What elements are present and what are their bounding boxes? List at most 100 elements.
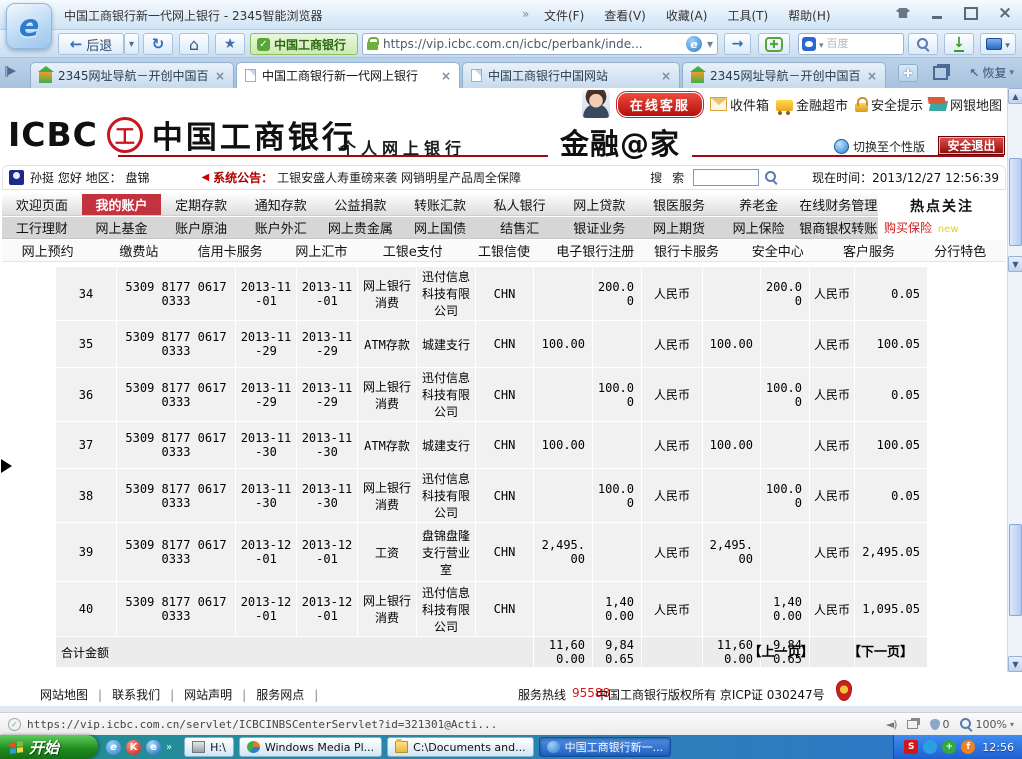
sidebar-toggle-icon[interactable] [4, 64, 26, 82]
window-mode-icon[interactable] [907, 720, 918, 729]
new-tab-button[interactable] [898, 64, 918, 82]
scrollbar-thumb[interactable] [1009, 158, 1022, 246]
favorites-button[interactable] [215, 33, 245, 55]
footer-link[interactable]: 服务网点 [256, 686, 328, 703]
search-engine-dropdown-icon[interactable] [819, 37, 824, 51]
nav-item[interactable]: 银商银权转账 [798, 217, 878, 238]
web-search-box[interactable] [798, 33, 904, 55]
screenshot-dropdown-icon[interactable] [1005, 37, 1010, 51]
nav-item[interactable]: 分行特色 [915, 240, 1006, 261]
nav-item[interactable]: 养老金 [719, 194, 799, 215]
inner-scrollbar-thumb[interactable] [1009, 524, 1022, 616]
browser-tab[interactable]: 中国工商银行中国网站 [462, 62, 680, 88]
switch-version-link[interactable]: 切换至个性版 [834, 138, 925, 155]
nav-item[interactable]: 网上贵金属 [321, 217, 401, 238]
tray-s-icon[interactable] [904, 740, 918, 754]
download-button[interactable] [944, 33, 974, 55]
address-dropdown-icon[interactable] [707, 37, 713, 51]
tray-orange-icon[interactable] [961, 740, 975, 754]
menu-item[interactable]: 查看(V) [604, 7, 646, 24]
browser-tab[interactable]: 中国工商银行新一代网上银行 [236, 62, 460, 88]
tray-blue-icon[interactable] [923, 740, 937, 754]
blocked-items-indicator[interactable]: 0 [930, 718, 950, 731]
scroll-up-arrow[interactable] [1008, 88, 1022, 104]
announcement-text[interactable]: 工银安盛人寿重磅来袭 网销明星产品周全保障 [277, 169, 521, 186]
quicklaunch-overflow-icon[interactable] [166, 742, 172, 753]
nav-item[interactable]: 通知存款 [241, 194, 321, 215]
quick-link-bank-map[interactable]: 网银地图 [930, 95, 1002, 114]
address-bar[interactable]: https://vip.icbc.com.cn/icbc/perbank/ind… [362, 33, 718, 55]
quick-link-security-tip[interactable]: 安全提示 [855, 95, 923, 114]
nav-item[interactable]: 银行卡服务 [641, 240, 732, 261]
tab-close-icon[interactable] [215, 69, 225, 83]
nav-item[interactable]: 公益捐款 [321, 194, 401, 215]
license-seal-icon[interactable] [836, 680, 852, 701]
nav-item[interactable]: 账户外汇 [241, 217, 321, 238]
safe-logout-button[interactable]: 安全退出 [938, 136, 1005, 155]
quick-link-finance-market[interactable]: 金融超市 [776, 95, 848, 114]
nav-item[interactable]: 私人银行 [480, 194, 560, 215]
search-magnifier-icon[interactable] [765, 171, 778, 184]
nav-item[interactable]: 缴费站 [93, 240, 184, 261]
nav-item[interactable]: 网上汇市 [276, 240, 367, 261]
footer-link[interactable]: 联系我们 [112, 686, 184, 703]
nav-item[interactable]: 在线财务管理 [798, 194, 878, 215]
browser-logo-icon[interactable] [6, 3, 52, 49]
refresh-button[interactable] [143, 33, 173, 55]
quick-link-inbox[interactable]: 收件箱 [710, 95, 769, 114]
nav-item[interactable]: 定期存款 [161, 194, 241, 215]
tab-close-icon[interactable] [441, 69, 451, 83]
nav-item[interactable]: 工银e支付 [367, 240, 458, 261]
back-button[interactable]: 后退 [58, 33, 124, 55]
nav-item[interactable]: 我的账户 [82, 194, 162, 215]
nav-item[interactable]: 网上基金 [82, 217, 162, 238]
nav-item[interactable]: 银医服务 [639, 194, 719, 215]
nav-item[interactable]: 银证业务 [559, 217, 639, 238]
forward-button[interactable] [724, 33, 751, 55]
nav-item[interactable]: 网上贷款 [559, 194, 639, 215]
nav-item[interactable]: 客户服务 [823, 240, 914, 261]
tray-green-icon[interactable] [942, 740, 956, 754]
menu-overflow-icon[interactable] [522, 7, 529, 21]
nav-item[interactable]: 电子银行注册 [550, 240, 641, 261]
taskbar-button[interactable]: 中国工商银行新一... [539, 737, 672, 757]
nav-item[interactable]: 工行理财 [2, 217, 82, 238]
skin-icon[interactable] [894, 5, 912, 21]
address-url[interactable]: https://vip.icbc.com.cn/icbc/perbank/ind… [383, 37, 681, 51]
buy-insurance-link[interactable]: 购买保险 [884, 221, 932, 235]
screenshot-button[interactable] [980, 33, 1016, 55]
menu-item[interactable]: 帮助(H) [788, 7, 830, 24]
k-app-icon[interactable] [126, 740, 141, 755]
browser-tab[interactable]: 2345网址导航－开创中国百... [682, 62, 886, 88]
site-search-input[interactable] [693, 169, 759, 186]
security-shield-button[interactable] [758, 33, 790, 55]
expand-panel-arrow[interactable] [1, 459, 12, 473]
page-scrollbar[interactable] [1007, 88, 1022, 672]
tab-close-icon[interactable] [661, 69, 671, 83]
nav-item[interactable]: 转账汇款 [400, 194, 480, 215]
prev-page-link[interactable]: 【上一页】 [748, 645, 813, 660]
online-service-button[interactable]: 在线客服 [617, 92, 703, 117]
zoom-control[interactable]: 100% [960, 718, 1014, 731]
nav-item[interactable]: 工银信使 [458, 240, 549, 261]
nav-item[interactable]: 网上国债 [400, 217, 480, 238]
taskbar-button[interactable]: H:\ [184, 737, 234, 757]
next-page-link[interactable]: 【下一页】 [848, 645, 913, 660]
browser-tab[interactable]: 2345网址导航－开创中国百... [30, 62, 234, 88]
menu-item[interactable]: 文件(F) [544, 7, 584, 24]
scroll-down-arrow[interactable] [1008, 256, 1022, 272]
web-search-input[interactable] [827, 38, 900, 50]
nav-item[interactable]: 安全中心 [732, 240, 823, 261]
home-button[interactable] [179, 33, 209, 55]
back-history-dropdown[interactable] [124, 33, 139, 55]
tab-close-icon[interactable] [867, 69, 877, 83]
speaker-mute-icon[interactable] [886, 718, 897, 731]
site-identity-badge[interactable]: 中国工商银行 [250, 33, 358, 55]
maximize-button[interactable] [962, 5, 980, 21]
menu-item[interactable]: 工具(T) [727, 7, 768, 24]
start-button[interactable]: 开始 [0, 735, 98, 759]
restore-tabs-button[interactable]: 恢复 [969, 64, 1014, 81]
ie-quicklaunch-icon[interactable] [106, 740, 121, 755]
nav-item[interactable]: 欢迎页面 [2, 194, 82, 215]
inner-scroll-down-arrow[interactable] [1008, 656, 1022, 672]
